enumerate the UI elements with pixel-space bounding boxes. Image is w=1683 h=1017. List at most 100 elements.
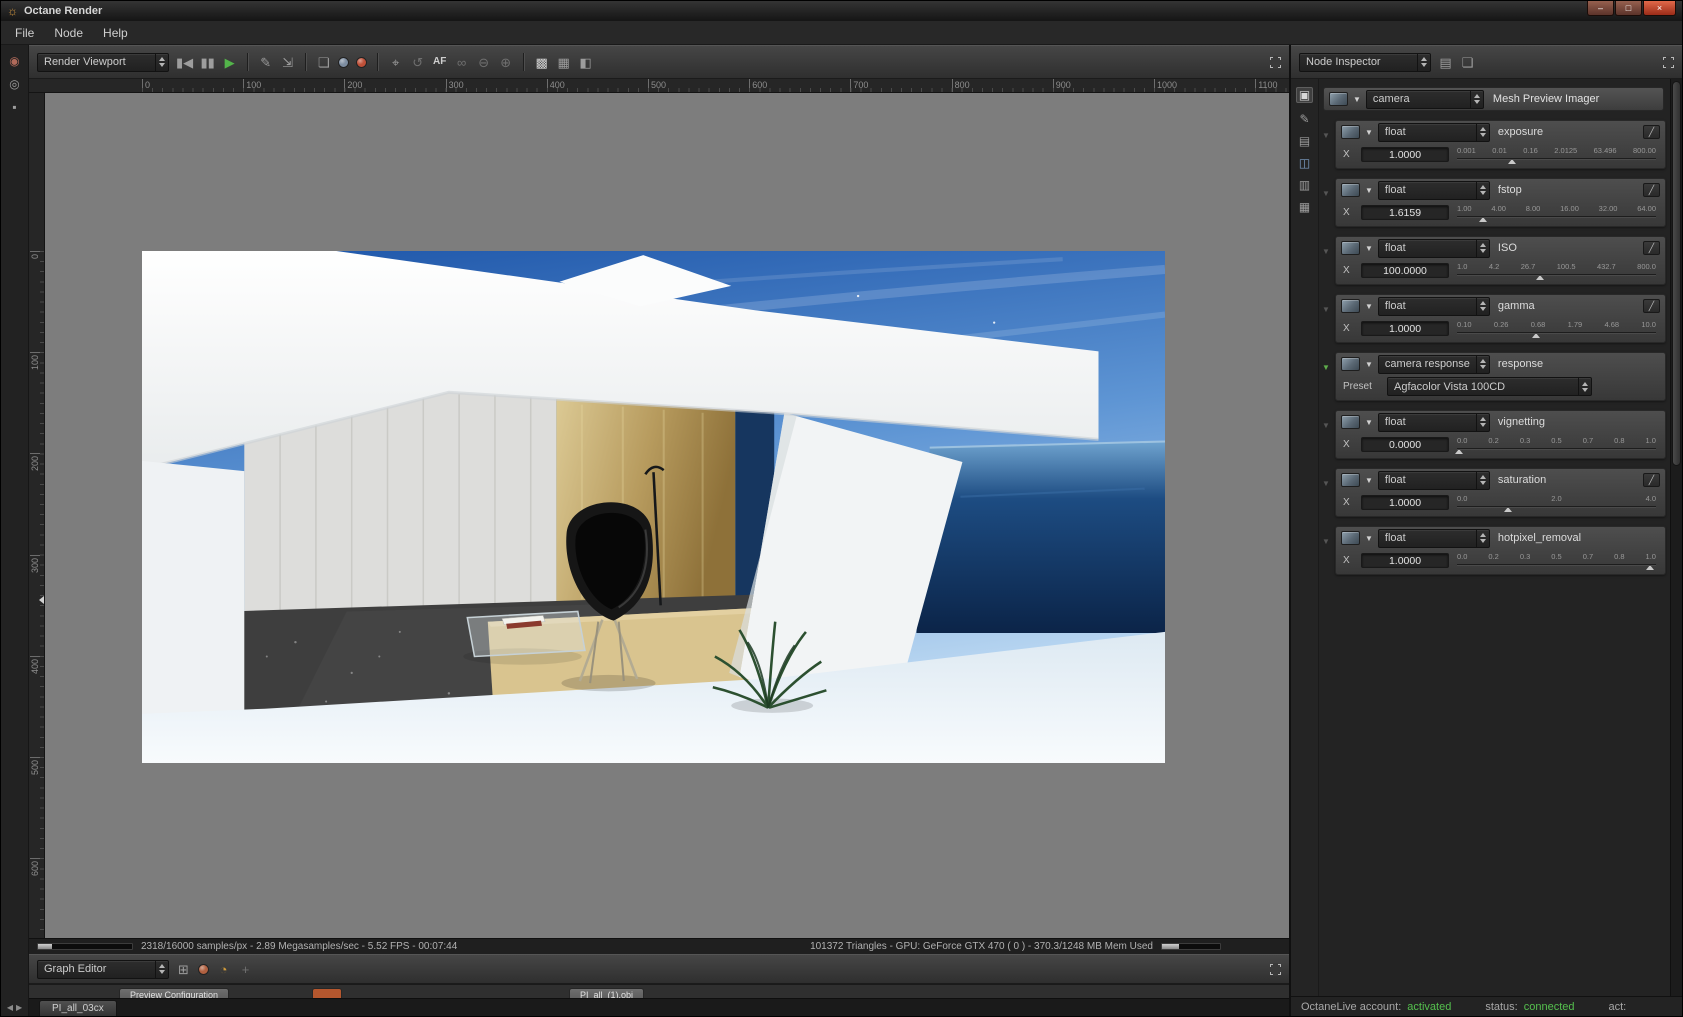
expand-caret-icon[interactable]: ▼: [1365, 128, 1373, 137]
checker-icon[interactable]: ▦: [1297, 201, 1312, 213]
node-type-select[interactable]: camera: [1365, 89, 1484, 109]
render-viewport-select[interactable]: Render Viewport: [37, 52, 169, 72]
render-layer-icon[interactable]: [338, 56, 350, 68]
storage-icon[interactable]: ◫: [1297, 157, 1312, 169]
inspector-fullscreen-icon[interactable]: [1662, 55, 1675, 69]
render-target-icon[interactable]: ◉: [7, 55, 22, 67]
maximize-button[interactable]: □: [1615, 1, 1642, 16]
expand-caret-icon[interactable]: ▼: [1365, 534, 1373, 543]
graph-tab[interactable]: PI_all_03cx: [39, 1000, 117, 1016]
curve-edit-button[interactable]: ╱: [1643, 125, 1660, 139]
param-type-select-hotpixel-removal[interactable]: float: [1377, 528, 1490, 548]
param-value-input[interactable]: 100.0000: [1361, 263, 1449, 278]
curve-edit-button[interactable]: ╱: [1643, 299, 1660, 313]
preset-select-stepper[interactable]: [1578, 378, 1591, 395]
zoom-out-icon[interactable]: ⊖: [476, 56, 491, 69]
split-view-icon[interactable]: ◧: [578, 56, 593, 69]
scrollbar-thumb[interactable]: [1672, 81, 1681, 467]
rotate-icon[interactable]: ↺: [410, 56, 425, 69]
expand-caret-icon[interactable]: ▼: [1365, 186, 1373, 195]
restart-render-icon[interactable]: ▮◀: [176, 56, 193, 69]
zoom-in-icon[interactable]: ⊕: [498, 56, 513, 69]
expand-caret-icon[interactable]: ▼: [1365, 360, 1373, 369]
param-type-select-fstop-stepper[interactable]: [1475, 181, 1489, 199]
group-caret-icon[interactable]: ▼: [1322, 189, 1330, 198]
param-type-select-saturation-stepper[interactable]: [1475, 471, 1489, 489]
menu-node[interactable]: Node: [44, 23, 93, 43]
param-value-input[interactable]: 1.0000: [1361, 147, 1449, 162]
checker-bg-icon[interactable]: ▦: [556, 56, 571, 69]
group-caret-icon[interactable]: ▼: [1322, 247, 1330, 256]
tab-prev-icon[interactable]: ◀: [7, 1003, 13, 1012]
slider-marker-icon[interactable]: [1503, 506, 1512, 512]
param-type-select-exposure[interactable]: float: [1377, 122, 1490, 142]
autofocus-toggle[interactable]: AF: [432, 57, 447, 67]
stereo-icon[interactable]: ∞: [454, 56, 469, 69]
slider-marker-icon[interactable]: [1507, 158, 1516, 164]
node-inspector-select-stepper[interactable]: [1417, 53, 1430, 71]
focus-picker-icon[interactable]: ⌖: [388, 56, 403, 69]
param-type-select-fstop[interactable]: float: [1377, 180, 1490, 200]
param-type-select-gamma-stepper[interactable]: [1475, 297, 1489, 315]
param-value-input[interactable]: 1.0000: [1361, 495, 1449, 510]
param-type-select-exposure-stepper[interactable]: [1475, 123, 1489, 141]
param-slider[interactable]: 0.0 2.0 4.0: [1455, 494, 1658, 512]
param-value-input[interactable]: 1.6159: [1361, 205, 1449, 220]
material-ball-icon[interactable]: [198, 963, 209, 975]
param-type-select-response[interactable]: camera response: [1377, 354, 1490, 374]
render-preview-icon[interactable]: ▣: [1295, 87, 1314, 103]
expand-caret-icon[interactable]: ▼: [1353, 95, 1361, 104]
param-slider[interactable]: 1.0 4.2 26.7 100.5 432.7 800.0: [1455, 262, 1658, 280]
resize-viewport-icon[interactable]: ⇲: [280, 56, 295, 69]
slider-marker-icon[interactable]: [1479, 216, 1488, 222]
slider-marker-icon[interactable]: [1645, 564, 1654, 570]
menu-file[interactable]: File: [5, 23, 44, 43]
start-render-icon[interactable]: ▶: [222, 56, 237, 69]
close-button[interactable]: ×: [1643, 1, 1676, 16]
param-type-select-gamma[interactable]: float: [1377, 296, 1490, 316]
menu-help[interactable]: Help: [93, 23, 138, 43]
render-viewport-canvas[interactable]: [45, 93, 1289, 938]
param-slider[interactable]: 0.001 0.01 0.16 2.0125 63.496 800.00: [1455, 146, 1658, 164]
node-type-select-stepper[interactable]: [1469, 90, 1483, 108]
graph-node[interactable]: Preview Configuration: [119, 988, 230, 998]
graph-editor-select-stepper[interactable]: [155, 960, 168, 978]
new-graph-icon[interactable]: ⊞: [176, 963, 191, 976]
move-tool-icon[interactable]: +: [238, 963, 253, 976]
render-viewport-select-stepper[interactable]: [155, 53, 168, 71]
graph-editor-canvas[interactable]: Preview Configuration PI_all_(1).obj: [29, 984, 1289, 998]
white-square-icon[interactable]: ▩: [534, 56, 549, 69]
expand-caret-icon[interactable]: ▼: [1365, 244, 1373, 253]
node-inspector-select[interactable]: Node Inspector: [1299, 52, 1431, 72]
note-tool-icon[interactable]: ▪: [7, 101, 22, 113]
group-caret-icon[interactable]: ▼: [1322, 131, 1330, 140]
param-type-select-vignetting[interactable]: float: [1377, 412, 1490, 432]
param-type-select-vignetting-stepper[interactable]: [1475, 413, 1489, 431]
param-slider[interactable]: 0.0 0.2 0.3 0.5 0.7 0.8 1.0: [1455, 436, 1658, 454]
inspector-scrollbar[interactable]: [1670, 79, 1682, 996]
param-slider[interactable]: 0.0 0.2 0.3 0.5 0.7 0.8 1.0: [1455, 552, 1658, 570]
group-caret-icon[interactable]: ▼: [1322, 305, 1330, 314]
param-value-input[interactable]: 1.0000: [1361, 553, 1449, 568]
viewport-fullscreen-icon[interactable]: [1269, 55, 1282, 69]
pen-icon[interactable]: ✎: [1297, 113, 1312, 125]
curve-edit-button[interactable]: ╱: [1643, 183, 1660, 197]
slider-marker-icon[interactable]: [1536, 274, 1545, 280]
curve-edit-button[interactable]: ╱: [1643, 473, 1660, 487]
tab-next-icon[interactable]: ▶: [16, 1003, 22, 1012]
pause-render-icon[interactable]: ▮▮: [200, 56, 215, 69]
param-value-input[interactable]: 0.0000: [1361, 437, 1449, 452]
minimize-button[interactable]: –: [1587, 1, 1614, 16]
param-type-select-iso-stepper[interactable]: [1475, 239, 1489, 257]
group-caret-icon[interactable]: ▼: [1322, 479, 1330, 488]
graph-fullscreen-icon[interactable]: [1269, 962, 1282, 976]
graph-editor-select[interactable]: Graph Editor: [37, 959, 169, 979]
pen-tool-icon[interactable]: ✎: [258, 56, 273, 69]
expand-caret-icon[interactable]: ▼: [1365, 476, 1373, 485]
param-slider[interactable]: 1.00 4.00 8.00 16.00 32.00 64.00: [1455, 204, 1658, 222]
pie-stats-icon[interactable]: ◔: [216, 963, 231, 976]
title-bar[interactable]: ☼ Octane Render – □ ×: [1, 1, 1682, 21]
group-caret-icon[interactable]: ▼: [1322, 363, 1330, 372]
image-icon[interactable]: ▥: [1297, 179, 1312, 191]
zoom-tool-icon[interactable]: ◎: [7, 78, 22, 90]
